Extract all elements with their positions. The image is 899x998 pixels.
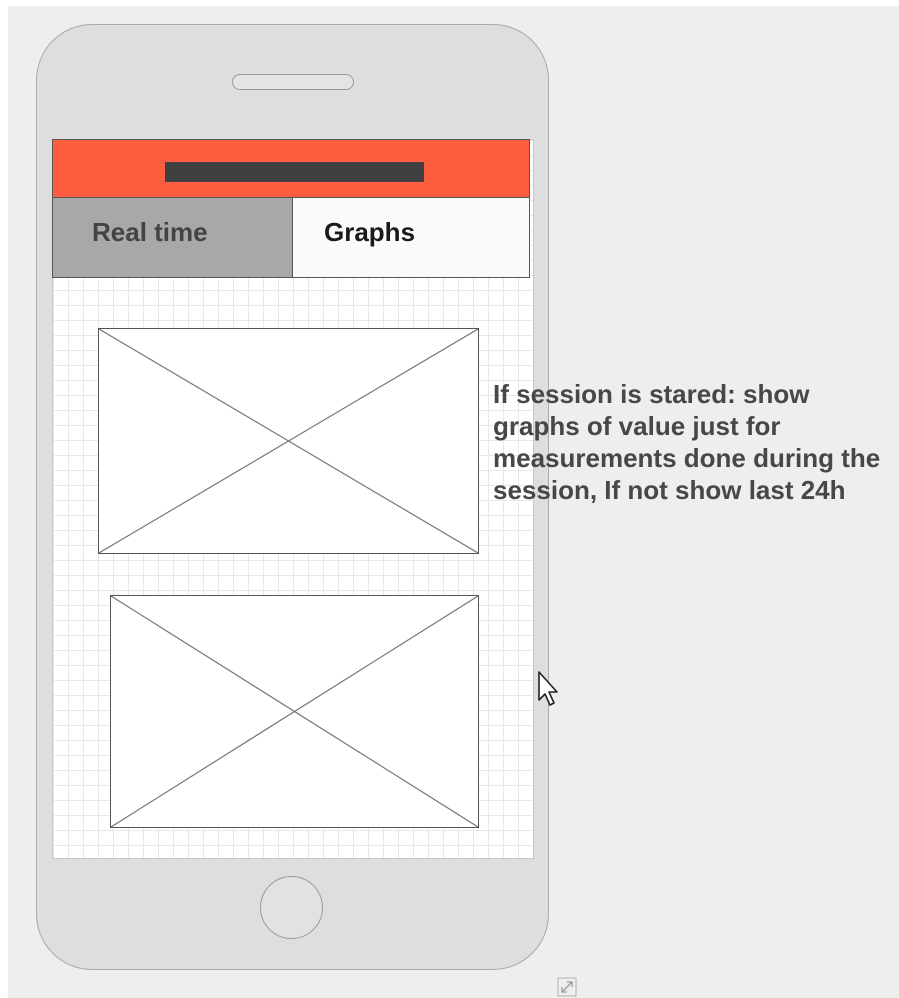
graph-placeholder-2[interactable]: [110, 595, 479, 828]
resize-handle-icon[interactable]: [557, 977, 577, 997]
tab-real-time[interactable]: Real time: [53, 198, 293, 277]
app-header: [52, 139, 530, 198]
image-placeholder-icon: [111, 596, 478, 827]
title-placeholder: [165, 162, 424, 182]
tab-graphs[interactable]: Graphs: [293, 198, 529, 277]
tab-real-time-label: Real time: [92, 217, 208, 247]
phone-home-button[interactable]: [260, 876, 323, 939]
annotation-note: If session is stared: show graphs of val…: [493, 379, 881, 505]
graph-placeholder-1[interactable]: [98, 328, 479, 554]
image-placeholder-icon: [99, 329, 478, 553]
phone-speaker: [232, 74, 354, 90]
tab-graphs-label: Graphs: [324, 217, 416, 247]
tab-bar: Real time Graphs: [52, 197, 530, 278]
mouse-pointer-icon: [538, 671, 558, 706]
